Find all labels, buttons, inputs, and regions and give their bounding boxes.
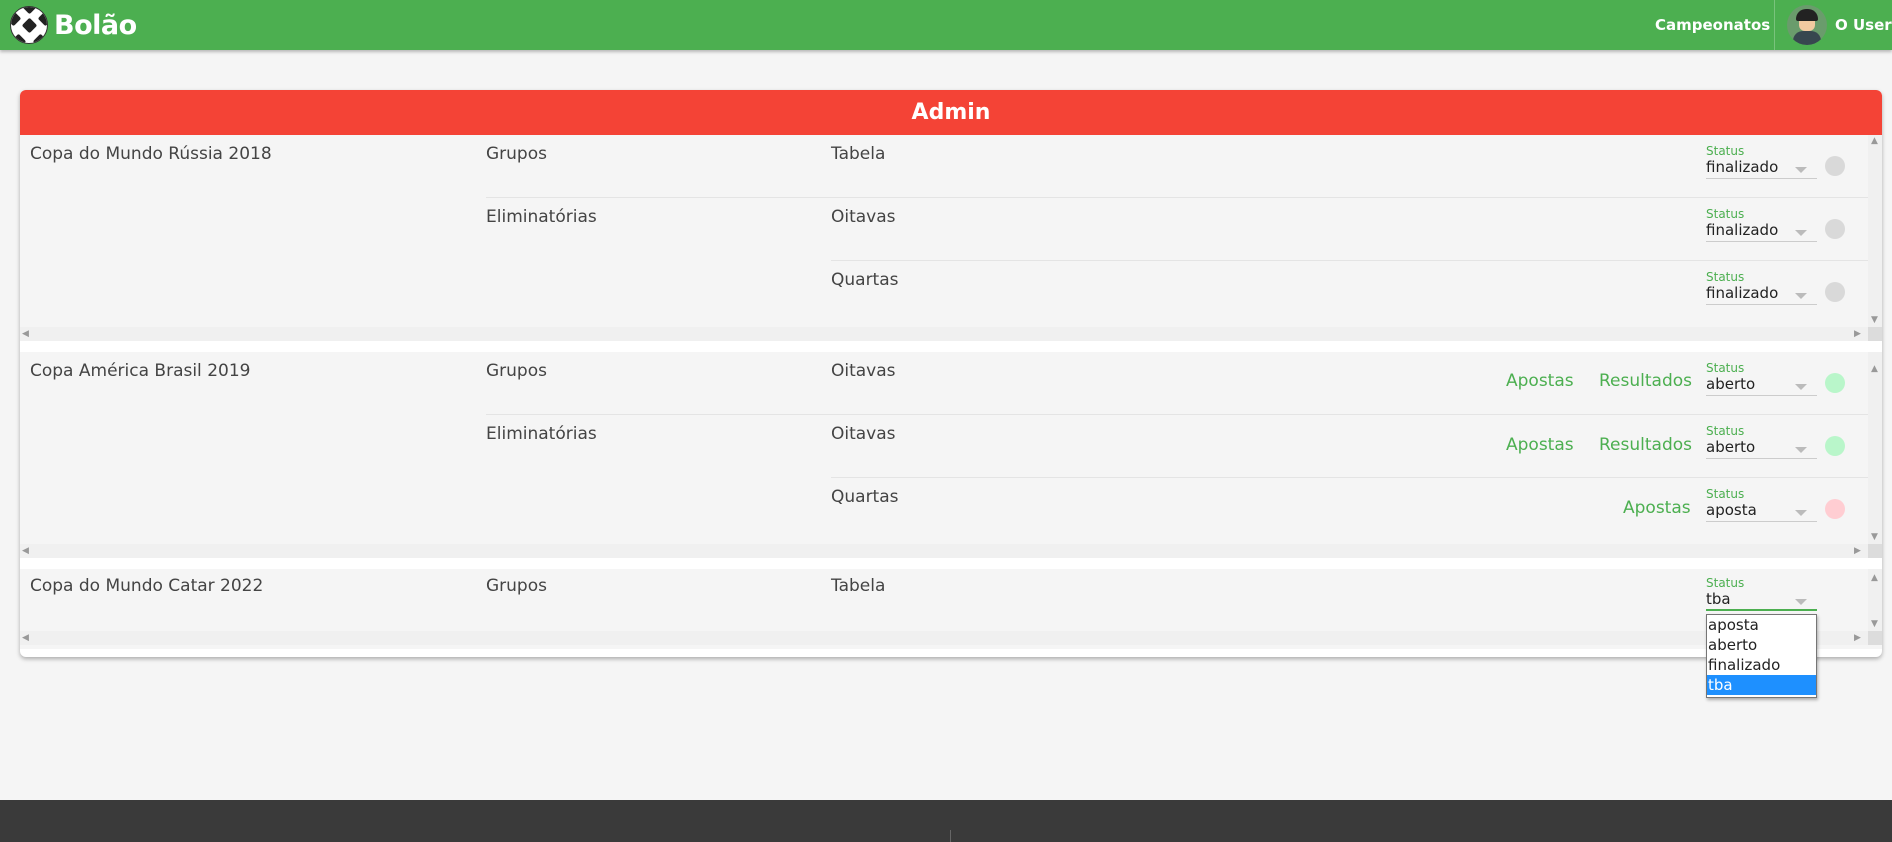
vertical-scrollbar[interactable]: ▲ ▼	[1868, 569, 1882, 631]
chevron-down-icon	[1795, 599, 1807, 605]
resultados-link[interactable]: Resultados	[1599, 371, 1692, 391]
status-select[interactable]: aposta	[1706, 500, 1817, 522]
status-select[interactable]: finalizado	[1706, 220, 1817, 242]
horizontal-scrollbar[interactable]: ◀ ▶	[20, 631, 1868, 645]
phase-label: Grupos	[486, 361, 547, 381]
status-label: Status	[1706, 207, 1745, 221]
status-label: Status	[1706, 361, 1745, 375]
status-select[interactable]: finalizado	[1706, 157, 1817, 179]
horizontal-scrollbar[interactable]: ◀ ▶	[20, 327, 1868, 341]
chevron-down-icon	[1795, 384, 1807, 390]
phase-label: Eliminatórias	[486, 424, 597, 444]
status-label: Status	[1706, 487, 1745, 501]
admin-card: Admin Copa do Mundo Rússia 2018 Grupos T…	[20, 90, 1882, 657]
brand-name: Bolão	[54, 9, 137, 41]
status-select[interactable]: finalizado	[1706, 283, 1817, 305]
championship-name: Copa América Brasil 2019	[30, 361, 251, 381]
stage-label: Quartas	[831, 270, 899, 290]
championship-name: Copa do Mundo Catar 2022	[30, 576, 264, 596]
soccer-ball-icon	[10, 6, 48, 44]
status-indicator	[1825, 282, 1845, 302]
admin-title: Admin	[20, 90, 1882, 135]
championship-section: Copa do Mundo Rússia 2018 Grupos Tabela …	[20, 135, 1882, 341]
phase-label: Grupos	[486, 144, 547, 164]
scroll-corner	[1868, 327, 1882, 341]
footer-divider	[950, 830, 951, 842]
status-label: Status	[1706, 144, 1745, 158]
status-indicator	[1825, 436, 1845, 456]
status-select[interactable]: aberto	[1706, 374, 1817, 396]
nav-divider	[1774, 0, 1775, 50]
user-avatar[interactable]	[1787, 5, 1827, 45]
status-option[interactable]: aberto	[1707, 635, 1816, 655]
stage-label: Oitavas	[831, 361, 896, 381]
chevron-down-icon	[1795, 293, 1807, 299]
stage-label: Tabela	[831, 144, 886, 164]
chevron-down-icon	[1795, 510, 1807, 516]
row-divider	[831, 260, 1872, 261]
chevron-down-icon	[1795, 167, 1807, 173]
championship-section: Copa América Brasil 2019 Grupos Oitavas …	[20, 352, 1882, 558]
status-option[interactable]: aposta	[1707, 615, 1816, 635]
horizontal-scrollbar[interactable]: ◀ ▶	[20, 544, 1868, 558]
status-select[interactable]: aberto	[1706, 437, 1817, 459]
apostas-link[interactable]: Apostas	[1506, 371, 1574, 391]
status-label: Status	[1706, 576, 1745, 590]
chevron-down-icon	[1795, 230, 1807, 236]
championship-name: Copa do Mundo Rússia 2018	[30, 144, 272, 164]
apostas-link[interactable]: Apostas	[1623, 498, 1691, 518]
chevron-down-icon	[1795, 447, 1807, 453]
top-navbar: Bolão Campeonatos O User	[0, 0, 1892, 50]
footer	[0, 800, 1892, 842]
status-option-selected[interactable]: tba	[1707, 675, 1816, 695]
phase-label: Eliminatórias	[486, 207, 597, 227]
status-select[interactable]: tba	[1706, 589, 1817, 611]
status-indicator	[1825, 373, 1845, 393]
row-divider	[831, 477, 1872, 478]
stage-label: Quartas	[831, 487, 899, 507]
status-indicator	[1825, 156, 1845, 176]
stage-label: Oitavas	[831, 424, 896, 444]
stage-label: Oitavas	[831, 207, 896, 227]
user-menu[interactable]: O User	[1835, 0, 1892, 50]
status-indicator	[1825, 499, 1845, 519]
status-indicator	[1825, 219, 1845, 239]
status-option[interactable]: finalizado	[1707, 655, 1816, 675]
status-label: Status	[1706, 270, 1745, 284]
scroll-corner	[1868, 544, 1882, 558]
apostas-link[interactable]: Apostas	[1506, 435, 1574, 455]
nav-campeonatos[interactable]: Campeonatos	[1655, 0, 1770, 50]
row-divider	[486, 414, 1872, 415]
phase-label: Grupos	[486, 576, 547, 596]
row-divider	[486, 197, 1872, 198]
status-label: Status	[1706, 424, 1745, 438]
scroll-corner	[1868, 631, 1882, 645]
brand-logo[interactable]: Bolão	[10, 6, 137, 44]
vertical-scrollbar[interactable]: ▲ ▼	[1868, 135, 1882, 327]
championship-section: Copa do Mundo Catar 2022 Grupos Tabela S…	[20, 569, 1882, 649]
status-dropdown-list[interactable]: aposta aberto finalizado tba	[1706, 614, 1817, 698]
resultados-link[interactable]: Resultados	[1599, 435, 1692, 455]
stage-label: Tabela	[831, 576, 886, 596]
vertical-scrollbar[interactable]: ▲ ▼	[1868, 352, 1882, 544]
